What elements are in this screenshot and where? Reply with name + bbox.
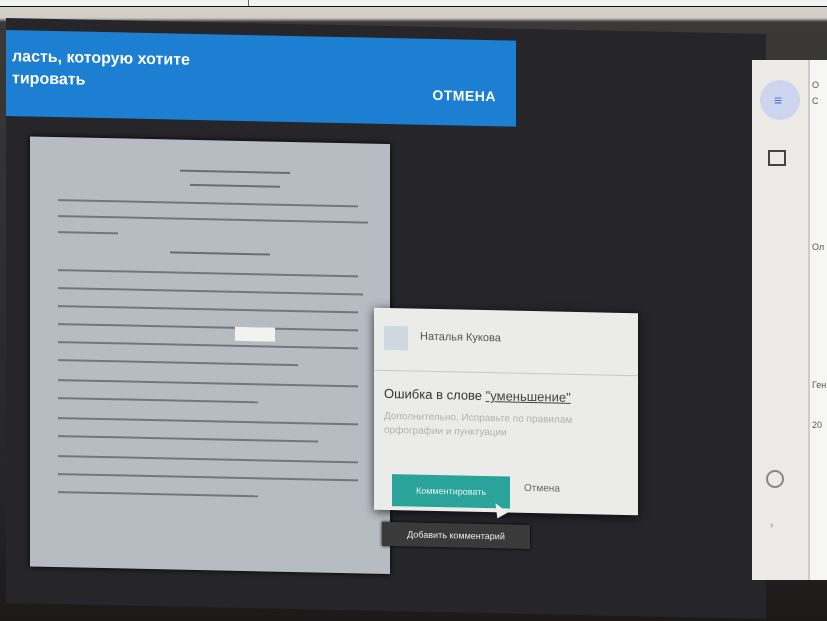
banner-message-line2: тировать xyxy=(12,70,86,89)
cancel-button[interactable]: ОТМЕНА xyxy=(432,87,496,104)
more-icon[interactable]: › xyxy=(770,520,773,531)
page-subheading-line xyxy=(170,251,270,256)
comment-popup: Наталья Кукова Ошибка в слове "уменьшени… xyxy=(374,307,638,516)
history-icon[interactable] xyxy=(766,470,784,488)
panel-label: Ген xyxy=(812,380,827,390)
comment-author: Наталья Кукова xyxy=(420,330,501,345)
document-icon: ≡ xyxy=(774,92,783,108)
selection-banner: ласть, которую хотите тировать ОТМЕНА xyxy=(6,30,516,127)
handwriting-line xyxy=(58,397,258,404)
selected-word-highlight[interactable] xyxy=(235,326,275,342)
handwriting-line xyxy=(58,215,368,224)
handwriting-line xyxy=(58,287,363,296)
handwriting-line xyxy=(58,199,358,208)
handwriting-line xyxy=(58,305,358,314)
add-comment-tooltip: Добавить комментарий xyxy=(382,521,530,549)
handwriting-line xyxy=(58,231,118,235)
handwriting-line xyxy=(58,323,358,332)
handwriting-line xyxy=(58,455,358,464)
panel-label: О xyxy=(812,80,820,90)
handwriting-line xyxy=(58,379,358,388)
error-prefix: Ошибка в слове xyxy=(384,385,486,404)
handwriting-line xyxy=(58,491,258,498)
document-icon-button[interactable]: ≡ xyxy=(760,80,800,120)
browser-tab[interactable] xyxy=(8,0,249,6)
page-heading-line xyxy=(180,169,290,174)
popup-cancel-button[interactable]: Отмена xyxy=(524,483,560,495)
panel-label: Ол xyxy=(812,242,825,252)
handwritten-page-image[interactable] xyxy=(30,136,390,575)
handwriting-line xyxy=(58,341,358,350)
popup-divider xyxy=(374,369,638,377)
handwriting-line xyxy=(58,417,358,426)
panel-icon[interactable] xyxy=(768,150,786,166)
handwriting-line xyxy=(58,473,358,482)
right-details-panel: О С Ол Ген 20 xyxy=(808,60,827,580)
avatar xyxy=(384,325,408,351)
editor-screen: ласть, которую хотите тировать ОТМЕНА На… xyxy=(6,18,766,619)
banner-message: ласть, которую хотите тировать xyxy=(12,46,190,94)
panel-label: 20 xyxy=(812,420,823,430)
handwriting-line xyxy=(58,359,298,367)
comment-description: Дополнительно. Исправьте по правилам орф… xyxy=(384,410,573,439)
handwriting-line xyxy=(58,269,358,278)
panel-label: С xyxy=(812,96,819,106)
window-top-edge xyxy=(0,0,827,7)
comment-button[interactable]: Комментировать xyxy=(392,474,510,509)
error-word[interactable]: "уменьшение" xyxy=(486,388,571,405)
error-text: Ошибка в слове "уменьшение" xyxy=(384,386,571,405)
page-heading-line xyxy=(190,183,280,188)
handwriting-line xyxy=(58,435,318,443)
